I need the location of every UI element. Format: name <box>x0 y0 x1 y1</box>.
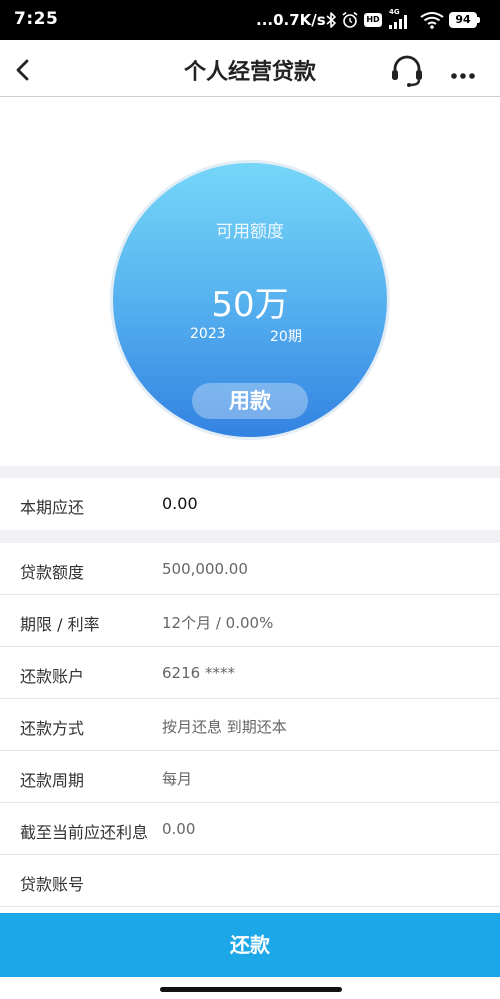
repay-button[interactable]: 还款 <box>0 913 500 977</box>
term-end-date: 20期 <box>270 329 302 345</box>
section-divider <box>0 466 500 478</box>
current-due-row: 本期应还 0.00 <box>0 478 500 530</box>
detail-value: 12个月 / 0.00% <box>162 614 274 632</box>
detail-label: 还款周期 <box>20 771 85 790</box>
more-horizontal-icon <box>451 73 475 79</box>
page-title: 个人经营贷款 <box>183 60 316 85</box>
alarm-icon <box>342 11 358 28</box>
bluetooth-icon <box>326 12 336 28</box>
network-speed: ...0.7K/s <box>256 11 326 29</box>
detail-value: 0.00 <box>162 820 196 838</box>
hd-badge: HD <box>364 13 382 27</box>
detail-row-term-rate: 期限 / 利率 12个月 / 0.00% <box>0 595 500 647</box>
credit-summary: 可用额度 50万 2023 20期 用款 <box>0 97 500 466</box>
detail-value: 按月还息 到期还本 <box>162 718 287 736</box>
back-button[interactable] <box>10 56 38 84</box>
battery-level: 94 <box>449 12 477 28</box>
gesture-handle[interactable] <box>160 987 342 992</box>
detail-row-repay-cycle: 还款周期 每月 <box>0 751 500 803</box>
detail-row-repay-method: 还款方式 按月还息 到期还本 <box>0 699 500 751</box>
more-button[interactable] <box>450 66 476 79</box>
headset-icon <box>392 55 422 87</box>
detail-label: 还款方式 <box>20 719 85 738</box>
detail-row-interest-due: 截至当前应还利息 0.00 <box>0 803 500 855</box>
detail-row-loan-limit: 贷款额度 500,000.00 <box>0 543 500 595</box>
term-start-date: 2023 <box>190 326 226 342</box>
detail-label: 贷款额度 <box>20 563 85 582</box>
credit-circle: 可用额度 50万 2023 20期 用款 <box>110 160 390 440</box>
available-quota-label: 可用额度 <box>216 222 284 242</box>
draw-funds-button[interactable]: 用款 <box>192 383 308 419</box>
detail-label: 期限 / 利率 <box>20 615 100 634</box>
detail-value: 每月 <box>162 770 193 788</box>
detail-row-repay-account: 还款账户 6216 **** <box>0 647 500 699</box>
customer-service-button[interactable] <box>389 53 425 89</box>
detail-label: 截至当前应还利息 <box>20 823 149 842</box>
section-divider <box>0 530 500 543</box>
wifi-icon <box>420 12 444 29</box>
current-due-label: 本期应还 <box>20 498 85 517</box>
system-nav-area <box>0 977 500 999</box>
status-bar: 7:25 ...0.7K/s HD 4G 94 <box>0 0 500 40</box>
status-time: 7:25 <box>14 9 59 29</box>
battery-tip <box>477 17 480 23</box>
detail-value: 500,000.00 <box>162 560 248 578</box>
available-quota-amount: 50万 <box>211 285 289 325</box>
detail-value: 6216 **** <box>162 664 235 682</box>
current-due-value: 0.00 <box>162 494 198 513</box>
app-header: 个人经营贷款 <box>0 40 500 97</box>
chevron-left-icon <box>16 59 29 81</box>
signal-icon <box>389 15 407 29</box>
detail-row-loan-account: 贷款账号 <box>0 855 500 907</box>
detail-label: 贷款账号 <box>20 875 85 894</box>
detail-label: 还款账户 <box>20 667 85 686</box>
